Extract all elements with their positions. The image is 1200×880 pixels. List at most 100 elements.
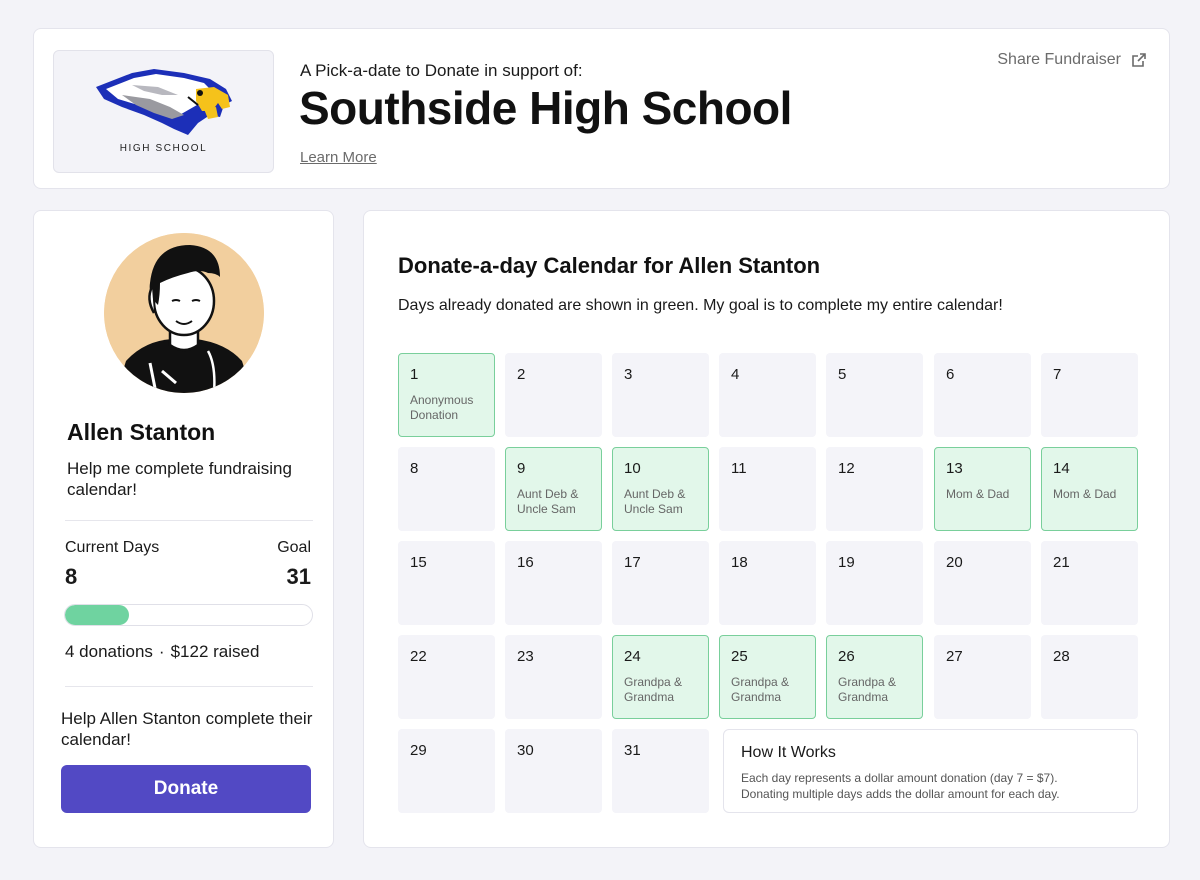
day-number: 17 bbox=[624, 554, 641, 571]
day-number: 13 bbox=[946, 460, 963, 477]
calendar-day-18[interactable]: 18 bbox=[719, 541, 816, 625]
calendar-day-30[interactable]: 30 bbox=[505, 729, 602, 813]
day-number: 19 bbox=[838, 554, 855, 571]
help-text: Help Allen Stanton complete their calend… bbox=[61, 709, 313, 749]
day-number: 15 bbox=[410, 554, 427, 571]
calendar-day-11[interactable]: 11 bbox=[719, 447, 816, 531]
day-donor: Grandpa & Grandma bbox=[838, 675, 897, 704]
day-number: 30 bbox=[517, 742, 534, 759]
day-number: 9 bbox=[517, 460, 526, 477]
day-number: 1 bbox=[410, 366, 419, 383]
donate-button[interactable]: Donate bbox=[61, 765, 311, 813]
day-donor: Anonymous Donation bbox=[410, 393, 474, 422]
calendar-day-26[interactable]: 26 Grandpa & Grandma bbox=[826, 635, 923, 719]
calendar-day-24[interactable]: 24 Grandpa & Grandma bbox=[612, 635, 709, 719]
day-number: 22 bbox=[410, 648, 427, 665]
calendar-day-4[interactable]: 4 bbox=[719, 353, 816, 437]
amount-raised: $122 raised bbox=[170, 642, 260, 661]
calendar-day-12[interactable]: 12 bbox=[826, 447, 923, 531]
calendar-day-31[interactable]: 31 bbox=[612, 729, 709, 813]
student-profile: Allen Stanton Help me complete fundraisi… bbox=[33, 210, 334, 848]
donation-count: 4 donations bbox=[65, 642, 153, 661]
day-number: 25 bbox=[731, 648, 748, 665]
day-number: 29 bbox=[410, 742, 427, 759]
day-number: 14 bbox=[1053, 460, 1070, 477]
calendar-day-7[interactable]: 7 bbox=[1041, 353, 1138, 437]
calendar-day-20[interactable]: 20 bbox=[934, 541, 1031, 625]
calendar-day-3[interactable]: 3 bbox=[612, 353, 709, 437]
calendar-day-15[interactable]: 15 bbox=[398, 541, 495, 625]
day-donor: Mom & Dad bbox=[1053, 487, 1117, 501]
calendar-day-28[interactable]: 28 bbox=[1041, 635, 1138, 719]
day-donor: Grandpa & Grandma bbox=[731, 675, 790, 704]
share-fundraiser-button[interactable]: Share Fundraiser bbox=[997, 51, 1147, 69]
fundraiser-subtitle: A Pick-a-date to Donate in support of: bbox=[300, 61, 583, 80]
day-number: 4 bbox=[731, 366, 740, 383]
day-number: 11 bbox=[731, 460, 747, 477]
calendar-description: Days already donated are shown in green.… bbox=[398, 297, 1003, 314]
goal-value: 31 bbox=[286, 564, 311, 589]
divider bbox=[65, 520, 313, 521]
day-number: 23 bbox=[517, 648, 534, 665]
day-number: 7 bbox=[1053, 366, 1062, 383]
calendar-title: Donate-a-day Calendar for Allen Stanton bbox=[398, 253, 821, 278]
eagle-logo-icon bbox=[96, 69, 232, 135]
external-link-icon bbox=[1132, 53, 1146, 67]
day-number: 18 bbox=[731, 554, 748, 571]
how-it-works-box: How It Works Each day represents a dolla… bbox=[723, 729, 1138, 813]
calendar-day-27[interactable]: 27 bbox=[934, 635, 1031, 719]
school-name: Southside High School bbox=[299, 82, 792, 134]
how-it-works-title: How It Works bbox=[741, 744, 836, 761]
day-number: 24 bbox=[624, 648, 641, 665]
day-number: 8 bbox=[410, 460, 419, 477]
calendar-day-10[interactable]: 10 Aunt Deb & Uncle Sam bbox=[612, 447, 709, 531]
student-message: Help me complete fundraising calendar! bbox=[67, 459, 292, 499]
day-number: 16 bbox=[517, 554, 534, 571]
calendar-day-16[interactable]: 16 bbox=[505, 541, 602, 625]
donation-calendar: Donate-a-day Calendar for Allen Stanton … bbox=[363, 210, 1170, 848]
day-number: 31 bbox=[624, 742, 641, 759]
day-donor: Mom & Dad bbox=[946, 487, 1010, 501]
calendar-day-25[interactable]: 25 Grandpa & Grandma bbox=[719, 635, 816, 719]
day-donor: Grandpa & Grandma bbox=[624, 675, 683, 704]
calendar-day-2[interactable]: 2 bbox=[505, 353, 602, 437]
avatar bbox=[104, 233, 264, 393]
day-number: 3 bbox=[624, 366, 633, 383]
progress-fill bbox=[65, 605, 129, 625]
calendar-day-13[interactable]: 13 Mom & Dad bbox=[934, 447, 1031, 531]
day-number: 26 bbox=[838, 648, 855, 665]
calendar-day-22[interactable]: 22 bbox=[398, 635, 495, 719]
calendar-day-17[interactable]: 17 bbox=[612, 541, 709, 625]
goal-label: Goal bbox=[277, 539, 311, 556]
calendar-day-14[interactable]: 14 Mom & Dad bbox=[1041, 447, 1138, 531]
day-number: 5 bbox=[838, 366, 847, 383]
current-days-value: 8 bbox=[65, 564, 78, 589]
how-it-works-text: Each day represents a dollar amount dona… bbox=[741, 771, 1058, 785]
logo-caption: HIGH SCHOOL bbox=[119, 143, 208, 154]
calendar-day-29[interactable]: 29 bbox=[398, 729, 495, 813]
day-number: 27 bbox=[946, 648, 963, 665]
day-number: 21 bbox=[1053, 554, 1070, 571]
school-logo: HIGH SCHOOL bbox=[53, 50, 274, 173]
calendar-day-8[interactable]: 8 bbox=[398, 447, 495, 531]
how-it-works-text: Donating multiple days adds the dollar a… bbox=[741, 787, 1060, 801]
donation-summary: 4 donations · $122 raised bbox=[65, 642, 259, 662]
summary-separator: · bbox=[158, 642, 165, 661]
day-number: 20 bbox=[946, 554, 963, 571]
day-number: 12 bbox=[838, 460, 855, 477]
calendar-day-5[interactable]: 5 bbox=[826, 353, 923, 437]
progress-bar bbox=[64, 604, 313, 626]
fundraiser-header: HIGH SCHOOL A Pick-a-date to Donate in s… bbox=[33, 28, 1170, 189]
calendar-day-23[interactable]: 23 bbox=[505, 635, 602, 719]
day-donor: Aunt Deb & Uncle Sam bbox=[624, 487, 686, 516]
learn-more-link[interactable]: Learn More bbox=[300, 149, 377, 166]
calendar-day-19[interactable]: 19 bbox=[826, 541, 923, 625]
student-avatar-icon bbox=[104, 233, 264, 393]
calendar-day-9[interactable]: 9 Aunt Deb & Uncle Sam bbox=[505, 447, 602, 531]
calendar-day-6[interactable]: 6 bbox=[934, 353, 1031, 437]
day-number: 28 bbox=[1053, 648, 1070, 665]
calendar-day-21[interactable]: 21 bbox=[1041, 541, 1138, 625]
day-number: 10 bbox=[624, 460, 641, 477]
current-days-label: Current Days bbox=[65, 539, 160, 556]
calendar-day-1[interactable]: 1 Anonymous Donation bbox=[398, 353, 495, 437]
